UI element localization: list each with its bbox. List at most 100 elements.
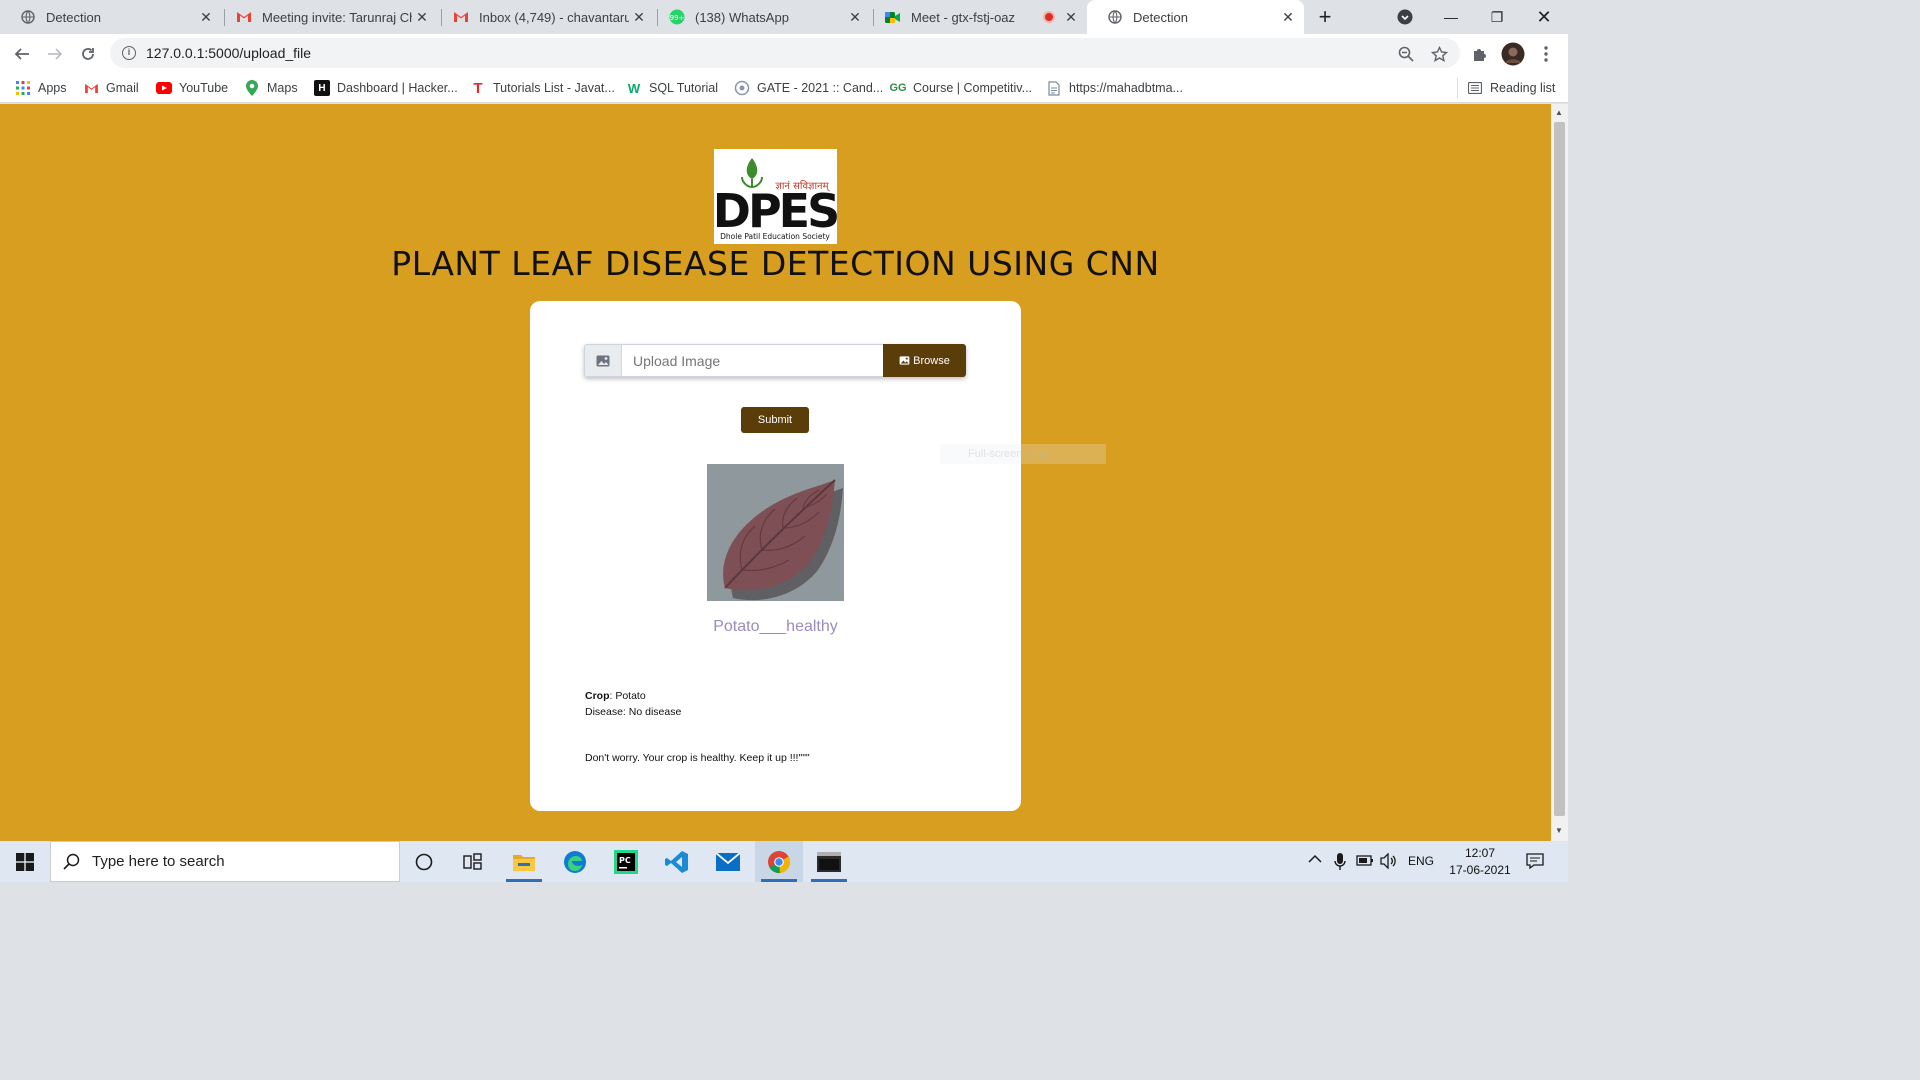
reading-list-button[interactable]: Reading list (1457, 78, 1555, 98)
minimize-button[interactable]: ― (1428, 0, 1474, 34)
file-explorer-icon[interactable] (500, 841, 548, 882)
show-hidden-icons-chevron[interactable] (1308, 853, 1322, 867)
recording-icon (1043, 11, 1055, 23)
task-view-icon[interactable] (449, 841, 497, 882)
clock-date: 17-06-2021 (1449, 863, 1511, 877)
scrollbar-thumb[interactable] (1554, 122, 1565, 816)
bookmark-star-icon[interactable] (1426, 41, 1452, 67)
tab-meet[interactable]: Meet - gtx-fstj-oaz ✕ (865, 0, 1087, 34)
bookmark-mahadbt[interactable]: https://mahadbtma... (1046, 78, 1183, 98)
tab-search-button[interactable] (1382, 0, 1428, 34)
bookmarks-bar: Apps Gmail YouTube Maps H Dashboard | Ha… (0, 72, 1568, 103)
tab-meeting-invite[interactable]: Meeting invite: Tarunraj Cha ✕ (216, 0, 438, 34)
system-clock[interactable]: 12:07 17-06-2021 (1448, 845, 1512, 879)
bookmark-gmail[interactable]: Gmail (83, 78, 139, 98)
svg-text:PC: PC (619, 856, 631, 865)
close-window-button[interactable]: ✕ (1521, 0, 1567, 34)
bookmark-youtube[interactable]: YouTube (156, 78, 228, 98)
restore-button[interactable]: ❐ (1474, 0, 1520, 34)
extensions-puzzle-icon[interactable] (1467, 41, 1493, 67)
geeksforgeeks-icon: GG (889, 82, 907, 94)
tab-strip: Detection ✕ Meeting invite: Tarunraj Cha… (0, 0, 1568, 34)
mail-icon[interactable] (704, 841, 752, 882)
bookmark-javatpoint[interactable]: T Tutorials List - Javat... (470, 78, 614, 98)
back-arrow-icon[interactable] (9, 41, 35, 67)
tab-whatsapp[interactable]: 99+ (138) WhatsApp ✕ (649, 0, 871, 34)
maps-icon (244, 80, 260, 96)
site-info-icon[interactable]: i (122, 46, 136, 60)
upload-card: Browse Submit Full-screen Snip (530, 301, 1106, 811)
close-tab-icon[interactable]: ✕ (1278, 7, 1298, 27)
prediction-result: Potato___healthy (713, 618, 838, 635)
scroll-up-arrow-icon[interactable]: ▲ (1555, 108, 1563, 117)
windows-taskbar: Type here to search PC ENG 12:07 17-06-2… (0, 841, 1568, 882)
cortana-icon[interactable] (400, 841, 448, 882)
menu-kebab-icon[interactable] (1533, 41, 1559, 67)
search-placeholder: Type here to search (92, 853, 225, 870)
search-icon (63, 853, 80, 870)
bookmark-hackerrank[interactable]: H Dashboard | Hacker... (314, 78, 458, 98)
advice-message: Don't worry. Your crop is healthy. Keep … (585, 752, 810, 764)
input-language[interactable]: ENG (1408, 854, 1434, 868)
upload-image-field[interactable] (622, 344, 883, 377)
close-tab-icon[interactable]: ✕ (845, 7, 865, 27)
image-icon (899, 356, 910, 365)
terminal-icon[interactable] (805, 841, 853, 882)
volume-icon[interactable] (1380, 852, 1398, 872)
profile-avatar[interactable] (1500, 41, 1526, 67)
logo-subtitle: Dhole Patil Education Society (720, 232, 830, 241)
notifications-icon[interactable] (1526, 853, 1544, 872)
meet-icon (885, 9, 901, 25)
close-tab-icon[interactable]: ✕ (196, 7, 216, 27)
globe-icon (20, 9, 36, 25)
bookmark-sql-tutorial[interactable]: W SQL Tutorial (626, 78, 718, 98)
browse-label: Browse (913, 354, 950, 367)
upload-input-group: Browse (584, 344, 966, 377)
crop-label: Crop (585, 690, 610, 702)
bookmark-gate[interactable]: GATE - 2021 :: Cand... (734, 78, 883, 98)
new-tab-button[interactable]: + (1303, 0, 1347, 34)
submit-button[interactable]: Submit (741, 407, 809, 433)
close-tab-icon[interactable]: ✕ (412, 7, 432, 27)
zoom-icon[interactable] (1393, 41, 1419, 67)
bookmark-maps[interactable]: Maps (244, 78, 298, 98)
vscode-icon[interactable] (653, 841, 701, 882)
dpes-logo: ज्ञानं सविज्ञानम् DPES Dhole Patil Educa… (713, 149, 840, 244)
microphone-icon[interactable] (1334, 853, 1346, 874)
page-scrollbar[interactable]: ▲ ▼ (1551, 104, 1568, 841)
edge-browser-icon[interactable] (551, 841, 599, 882)
page-title: PLANT LEAF DISEASE DETECTION USING CNN (391, 244, 1160, 283)
uploaded-leaf-image (707, 464, 844, 601)
crop-line: Crop: Potato (585, 690, 646, 702)
taskbar-search-box[interactable]: Type here to search (50, 841, 400, 882)
chrome-icon[interactable] (755, 841, 803, 882)
windows-start-icon[interactable] (0, 841, 50, 882)
clock-time: 12:07 (1464, 846, 1496, 860)
whatsapp-icon: 99+ (669, 9, 685, 25)
browse-button[interactable]: Browse (883, 344, 966, 377)
scroll-down-arrow-icon[interactable]: ▼ (1555, 826, 1563, 835)
reload-icon[interactable] (75, 41, 101, 67)
battery-icon[interactable] (1356, 853, 1374, 870)
apps-grid-icon (15, 80, 31, 96)
reading-list-icon (1467, 80, 1483, 96)
crop-value: : Potato (609, 690, 646, 702)
globe-icon (1107, 9, 1123, 25)
tab-inbox[interactable]: Inbox (4,749) - chavantarun ✕ (433, 0, 655, 34)
disease-line: Disease: No disease (585, 706, 682, 718)
close-tab-icon[interactable]: ✕ (629, 7, 649, 27)
gmail-icon (236, 9, 252, 25)
forward-arrow-icon[interactable] (42, 41, 68, 67)
tab-detection-active[interactable]: Detection ✕ (1087, 0, 1304, 34)
logo-wordmark: DPES (714, 184, 837, 238)
bookmark-apps[interactable]: Apps (15, 78, 67, 98)
page-viewport: ज्ञानं सविज्ञानम् DPES Dhole Patil Educa… (0, 104, 1551, 841)
close-tab-icon[interactable]: ✕ (1061, 7, 1081, 27)
browser-toolbar: i 127.0.0.1:5000/upload_file (0, 34, 1568, 72)
tab-detection-1[interactable]: Detection ✕ (0, 0, 222, 34)
pycharm-icon[interactable]: PC (602, 841, 650, 882)
snip-overlay-hint: Full-screen Snip (940, 444, 1106, 464)
address-bar[interactable]: i 127.0.0.1:5000/upload_file (110, 38, 1460, 68)
javatpoint-icon: T (473, 79, 483, 97)
bookmark-geeksforgeeks[interactable]: GG Course | Competitiv... (889, 78, 1032, 98)
